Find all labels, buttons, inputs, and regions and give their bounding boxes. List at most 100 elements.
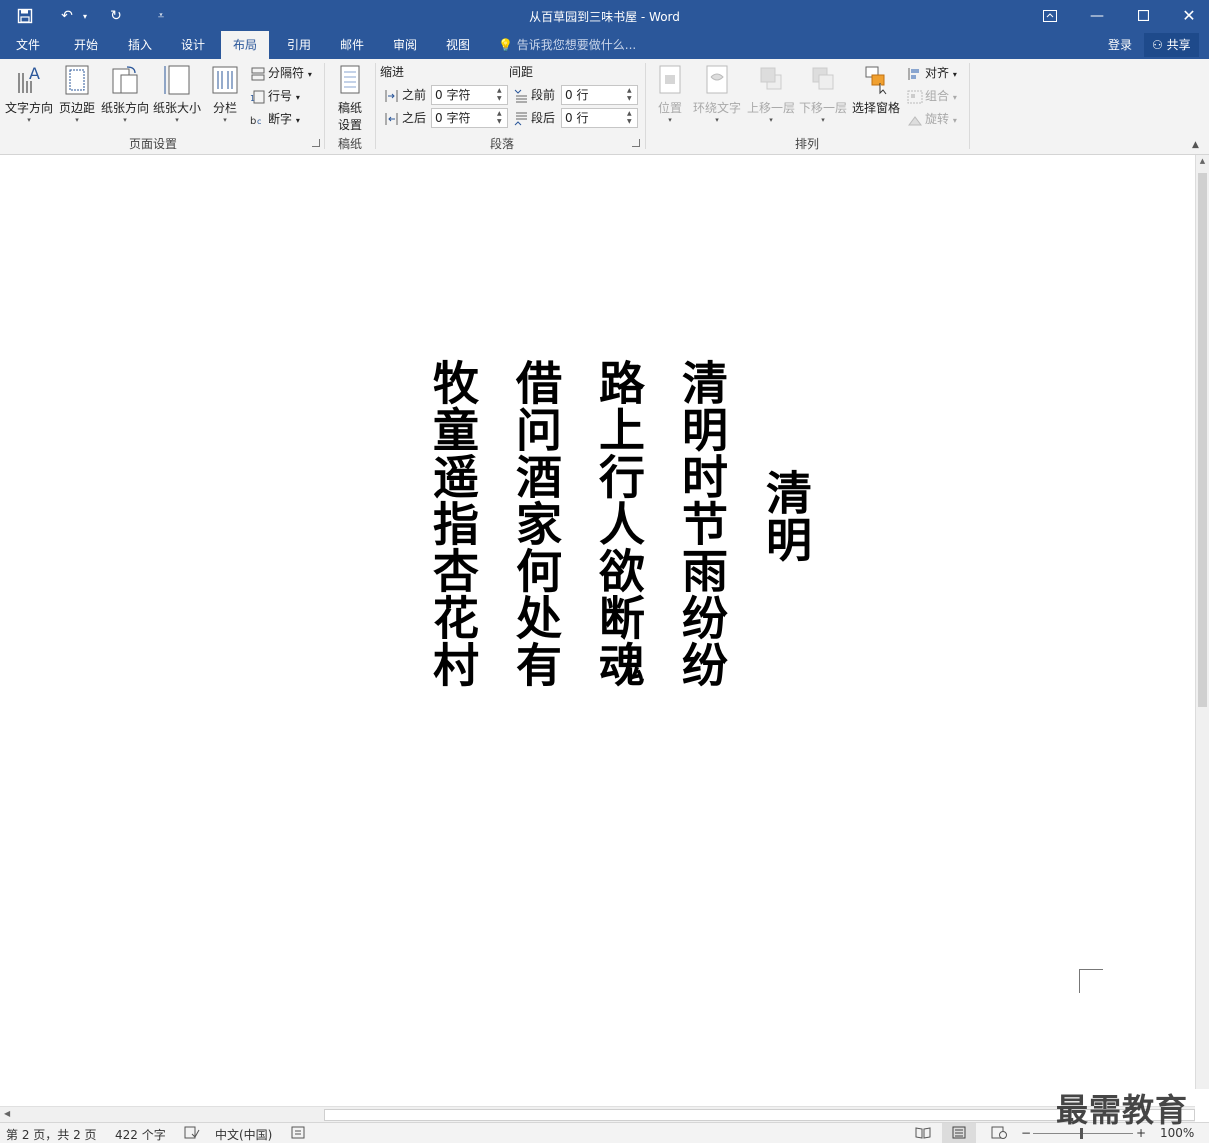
- indent-right-value: 0 字符: [435, 111, 471, 125]
- bring-forward-button[interactable]: 上移一层 ▾: [745, 63, 797, 124]
- spin-down-icon[interactable]: ▼: [497, 95, 505, 103]
- indent-after-text: 之后: [402, 111, 427, 125]
- align-button[interactable]: 对齐 ▾: [907, 63, 957, 83]
- indent-left-value: 0 字符: [435, 88, 471, 102]
- chevron-down-icon: ▾: [295, 116, 300, 125]
- manuscript-settings-button[interactable]: 稿纸 设置: [330, 63, 370, 133]
- wrap-text-button[interactable]: 环绕文字 ▾: [692, 63, 742, 124]
- margins-button[interactable]: 页边距 ▾: [56, 63, 98, 124]
- chevron-down-icon: ▾: [27, 116, 31, 124]
- ribbon-display-options-icon[interactable]: [1027, 0, 1073, 31]
- paragraph-dialog-launcher-icon[interactable]: [632, 139, 640, 147]
- tell-me-placeholder: 告诉我您想要做什么...: [516, 38, 637, 52]
- indent-left-input[interactable]: 0 字符 ▲ ▼: [431, 85, 508, 105]
- vertical-scrollbar[interactable]: ▲: [1195, 155, 1209, 1089]
- tab-insert[interactable]: 插入: [116, 31, 164, 59]
- tab-review[interactable]: 审阅: [381, 31, 429, 59]
- proofing-icon[interactable]: [184, 1126, 200, 1142]
- indent-heading: 缩进: [380, 65, 405, 79]
- document-page[interactable]: 清明 清明时节雨纷纷 路上行人欲断魂 借问酒家何处有 牧童遥指杏花村: [0, 155, 1195, 1089]
- columns-button[interactable]: 分栏 ▾: [206, 63, 244, 124]
- collapse-ribbon-icon[interactable]: ▲: [1192, 140, 1199, 150]
- selection-pane-button[interactable]: 选择窗格: [851, 63, 901, 116]
- title-bar: ↶ ▾ ↻ ⩡ 从百草园到三味书屋 - Word — ✕: [0, 0, 1209, 31]
- position-button[interactable]: 位置 ▾: [652, 63, 688, 124]
- share-button[interactable]: ⚇ 共享: [1144, 33, 1199, 57]
- spacing-heading: 间距: [509, 65, 534, 79]
- selection-pane-label: 选择窗格: [851, 101, 900, 115]
- poem-line-1: 清明时节雨纷纷: [675, 359, 729, 688]
- group-icon: [907, 90, 923, 104]
- indent-right-input[interactable]: 0 字符 ▲ ▼: [431, 108, 508, 128]
- language-indicator[interactable]: 中文(中国): [215, 1126, 272, 1143]
- horizontal-scrollbar[interactable]: ◀: [0, 1106, 1195, 1122]
- print-layout-icon[interactable]: [942, 1123, 976, 1143]
- line-numbers-button[interactable]: 1 行号 ▾: [250, 86, 300, 106]
- chevron-down-icon: ▾: [668, 116, 672, 124]
- rotate-button[interactable]: 旋转 ▾: [907, 109, 957, 129]
- tab-mailings[interactable]: 邮件: [328, 31, 376, 59]
- tell-me-box[interactable]: 💡 告诉我您想要做什么...: [498, 31, 636, 59]
- manuscript-group-label: 稿纸: [337, 137, 362, 151]
- scroll-left-icon[interactable]: ◀: [4, 1109, 10, 1118]
- group-divider: [645, 63, 646, 149]
- spin-down-icon[interactable]: ▼: [627, 118, 635, 126]
- orientation-button[interactable]: 纸张方向 ▾: [100, 63, 150, 124]
- tab-design[interactable]: 设计: [169, 31, 217, 59]
- page-count[interactable]: 第 2 页，共 2 页: [6, 1126, 97, 1143]
- group-button[interactable]: 组合 ▾: [907, 86, 957, 106]
- page-setup-dialog-launcher-icon[interactable]: [312, 139, 320, 147]
- breaks-icon: [250, 67, 266, 81]
- zoom-slider[interactable]: [1033, 1133, 1133, 1134]
- manuscript-settings-label-2: 设置: [337, 118, 362, 132]
- word-count[interactable]: 422 个字: [115, 1126, 166, 1143]
- watermark-logo: 最需教育: [1056, 1091, 1189, 1129]
- tab-file[interactable]: 文件: [4, 31, 52, 59]
- tab-layout[interactable]: 布局: [221, 31, 270, 59]
- spin-up-icon[interactable]: ▲: [497, 110, 505, 118]
- indent-right-label: 之后: [384, 108, 426, 128]
- spin-up-icon[interactable]: ▲: [627, 110, 635, 118]
- margins-label: 页边距: [58, 101, 95, 115]
- svg-text:b: b: [250, 116, 256, 127]
- svg-text:A: A: [29, 64, 40, 83]
- margins-icon: [65, 65, 89, 95]
- chevron-down-icon: ▾: [295, 93, 300, 102]
- tab-view[interactable]: 视图: [434, 31, 482, 59]
- vertical-scroll-thumb[interactable]: [1198, 173, 1207, 707]
- read-mode-icon[interactable]: [915, 1126, 931, 1142]
- group-divider: [969, 63, 970, 149]
- poem-title: 清明: [759, 469, 813, 563]
- space-after-value: 0 行: [565, 111, 589, 125]
- spin-down-icon[interactable]: ▼: [497, 118, 505, 126]
- align-icon: [907, 67, 923, 81]
- send-backward-button[interactable]: 下移一层 ▾: [798, 63, 848, 124]
- tab-references[interactable]: 引用: [275, 31, 323, 59]
- text-direction-button[interactable]: A 文字方向 ▾: [4, 63, 54, 124]
- spin-up-icon[interactable]: ▲: [497, 87, 505, 95]
- space-before-input[interactable]: 0 行 ▲ ▼: [561, 85, 638, 105]
- size-label: 纸张大小: [152, 101, 201, 115]
- web-layout-icon[interactable]: [991, 1126, 1007, 1142]
- close-button[interactable]: ✕: [1166, 0, 1209, 31]
- chevron-down-icon: ▾: [769, 116, 773, 124]
- spin-down-icon[interactable]: ▼: [627, 95, 635, 103]
- space-after-input[interactable]: 0 行 ▲ ▼: [561, 108, 638, 128]
- tab-home[interactable]: 开始: [62, 31, 110, 59]
- minimize-button[interactable]: —: [1074, 0, 1120, 31]
- maximize-button[interactable]: [1120, 0, 1166, 31]
- zoom-out-button[interactable]: −: [1021, 1126, 1031, 1140]
- chevron-down-icon: ▾: [715, 116, 719, 124]
- breaks-button[interactable]: 分隔符 ▾: [250, 63, 312, 83]
- svg-text:1: 1: [250, 94, 255, 103]
- login-link[interactable]: 登录: [1108, 31, 1132, 59]
- hyphenation-button[interactable]: b c 断字 ▾: [250, 109, 300, 129]
- space-before-icon: [513, 89, 529, 103]
- scroll-up-icon[interactable]: ▲: [1196, 157, 1209, 165]
- send-backward-icon: [812, 67, 834, 90]
- macro-record-icon[interactable]: [291, 1126, 305, 1142]
- spin-up-icon[interactable]: ▲: [627, 87, 635, 95]
- line-numbers-icon: 1: [250, 90, 266, 104]
- wrap-text-icon: [706, 65, 728, 94]
- size-button[interactable]: 纸张大小 ▾: [152, 63, 202, 124]
